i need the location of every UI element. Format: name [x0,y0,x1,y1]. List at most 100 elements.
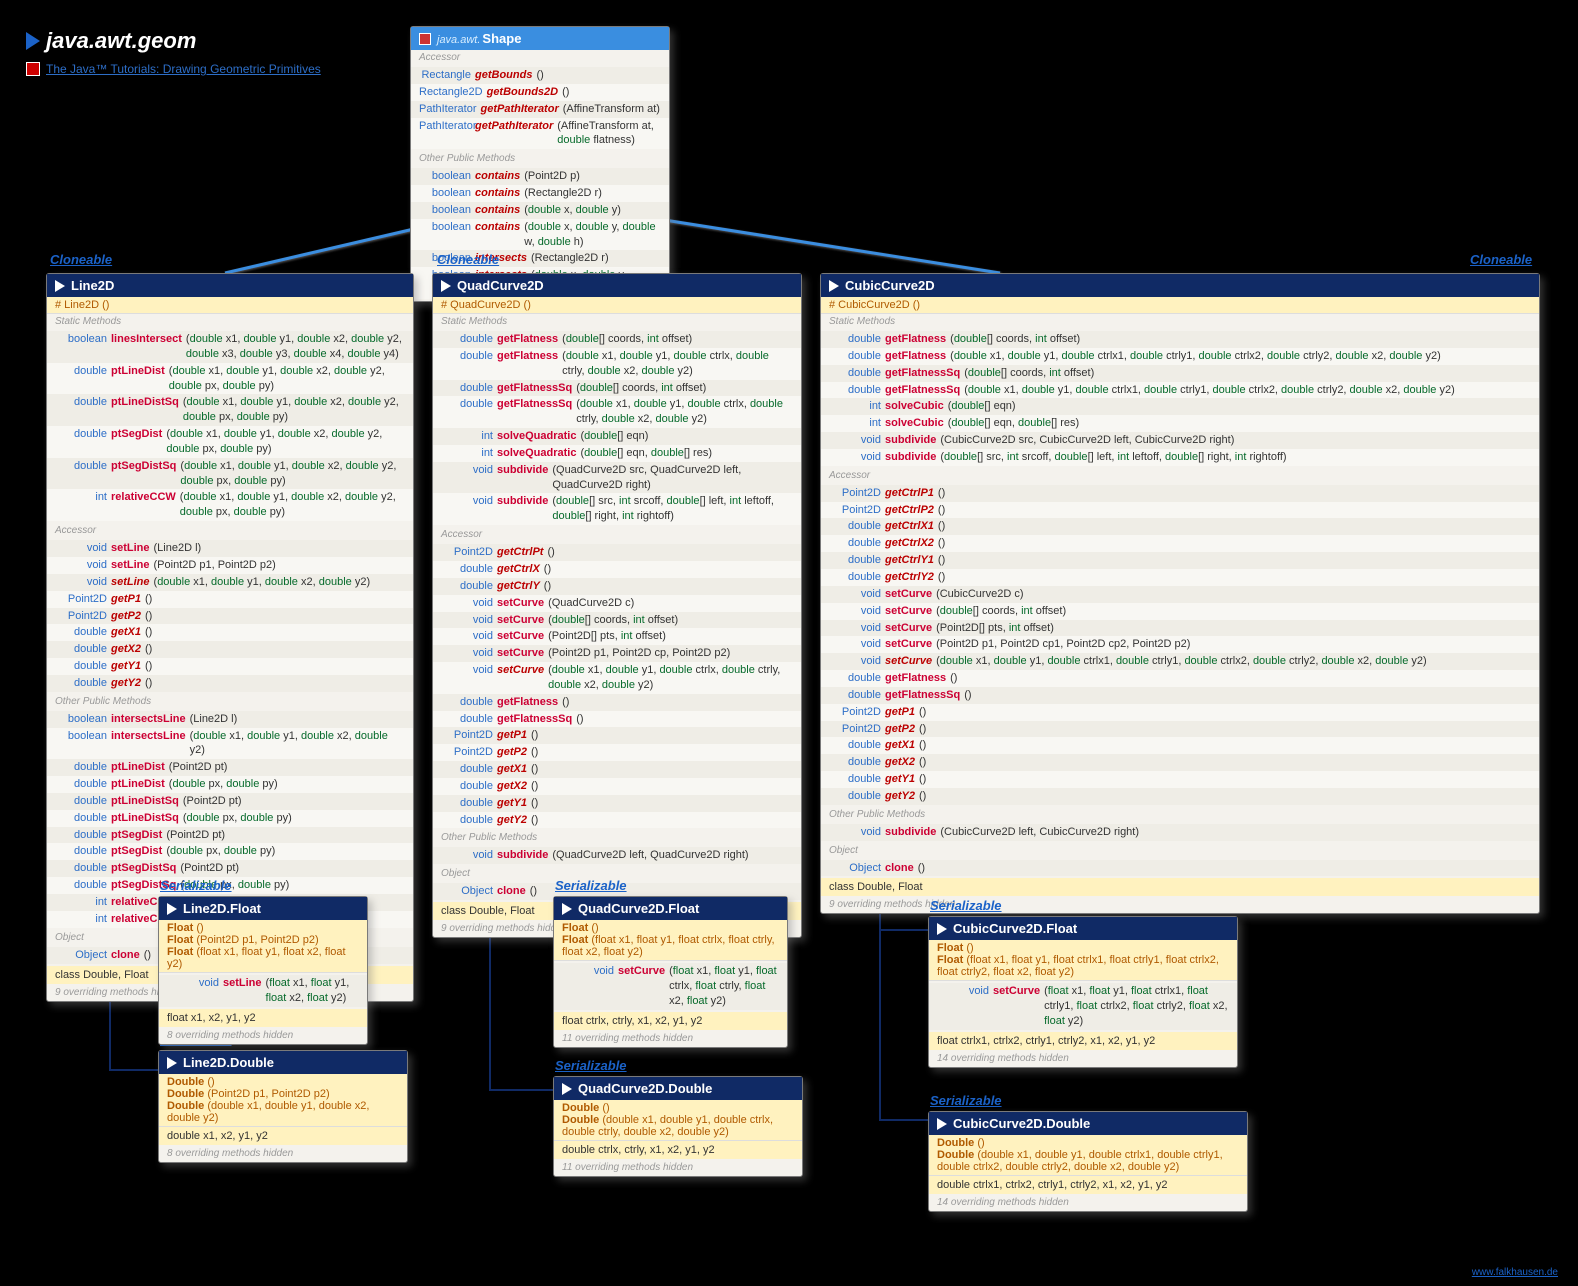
method-row: double getX2 () [433,778,801,795]
constructor-bar: Float ()Float (float x1, float y1, float… [554,920,787,961]
method-row: PathIterator getPathIterator (AffineTran… [411,101,669,118]
class-head: QuadCurve2D.Double [554,1077,802,1100]
method-row: double getCtrlX1 () [821,518,1539,535]
method-row: double getY1 () [433,795,801,812]
iface-serializable[interactable]: Serializable [930,1093,1002,1108]
method-row: void setCurve (double x1, double y1, dou… [821,653,1539,670]
section-label: Accessor [47,523,413,538]
method-row: boolean contains (double x, double y) [411,202,669,219]
method-row: double ptSegDist (double px, double py) [47,843,413,860]
section-label: Other Public Methods [411,151,669,166]
method-row: int solveCubic (double[] eqn) [821,398,1539,415]
method-row: void setLine (Line2D l) [47,540,413,557]
class-head: QuadCurve2D [433,274,801,297]
iface-serializable[interactable]: Serializable [555,878,627,893]
method-row: void subdivide (QuadCurve2D src, QuadCur… [433,462,801,494]
method-row: void subdivide (CubicCurve2D left, Cubic… [821,824,1539,841]
method-row: void setCurve (double x1, double y1, dou… [433,662,801,694]
constructor-bar: Float ()Float (Point2D p1, Point2D p2)Fl… [159,920,367,973]
method-row: double getX2 () [47,641,413,658]
method-list: void subdivide (CubicCurve2D left, Cubic… [821,822,1539,843]
method-row: int solveQuadratic (double[] eqn, double… [433,445,801,462]
fields: float ctrlx, ctrly, x1, x2, y1, y2 [554,1012,787,1030]
method-row: double getX1 () [47,624,413,641]
method-list: void setLine (Line2D l)void setLine (Poi… [47,538,413,694]
method-row: Rectangle getBounds () [411,67,669,84]
method-row: double getFlatnessSq (double[] coords, i… [821,365,1539,382]
method-list: void setCurve (float x1, float y1, float… [554,961,787,1012]
method-row: Object clone () [821,860,1539,877]
class-name-text: Line2D [71,278,114,293]
class-quad-float: QuadCurve2D.Float Float ()Float (float x… [553,896,788,1048]
method-row: void setCurve (double[] coords, int offs… [821,603,1539,620]
class-name-text: QuadCurve2D.Float [578,901,699,916]
class-head: CubicCurve2D [821,274,1539,297]
section-label: Accessor [821,468,1539,483]
method-row: void subdivide (QuadCurve2D left, QuadCu… [433,847,801,864]
hidden-note: 8 overriding methods hidden [159,1145,407,1162]
method-row: void setCurve (Point2D[] pts, int offset… [433,628,801,645]
method-row: int solveQuadratic (double[] eqn) [433,428,801,445]
method-row: double getCtrlX () [433,561,801,578]
method-row: Point2D getP2 () [47,608,413,625]
package-title-text: java.awt.geom [46,28,196,54]
constructor-bar: # QuadCurve2D () [433,297,801,314]
method-row: double getFlatness () [821,670,1539,687]
method-row: double ptLineDistSq (Point2D pt) [47,793,413,810]
play-icon [562,1083,572,1095]
play-icon [937,1118,947,1130]
method-row: double getFlatness () [433,694,801,711]
fields: float ctrlx1, ctrlx2, ctrly1, ctrly2, x1… [929,1032,1237,1050]
class-head: CubicCurve2D.Double [929,1112,1247,1135]
fields: double ctrlx1, ctrlx2, ctrly1, ctrly2, x… [929,1176,1247,1194]
hidden-note: 9 overriding methods hidden [821,896,1539,913]
hidden-note: 14 overriding methods hidden [929,1050,1237,1067]
ns-text: java.awt. [437,34,480,46]
tutorial-link[interactable]: The Java™ Tutorials: Drawing Geometric P… [46,62,321,76]
iface-cloneable[interactable]: Cloneable [437,252,499,267]
iface-serializable[interactable]: Serializable [160,878,232,893]
method-row: double ptLineDist (double px, double py) [47,776,413,793]
iface-serializable[interactable]: Serializable [555,1058,627,1073]
method-row: double ptSegDist (Point2D pt) [47,827,413,844]
iface-cloneable[interactable]: Cloneable [50,252,112,267]
method-row: boolean intersectsLine (double x1, doubl… [47,728,413,760]
play-icon [937,923,947,935]
method-row: Point2D getCtrlP1 () [821,485,1539,502]
credit-link[interactable]: www.falkhausen.de [1472,1267,1558,1278]
fields: double x1, x2, y1, y2 [159,1127,407,1145]
method-row: void setCurve (Point2D[] pts, int offset… [821,620,1539,637]
method-row: double ptLineDist (double x1, double y1,… [47,363,413,395]
method-row: boolean linesIntersect (double x1, doubl… [47,331,413,363]
section-label: Other Public Methods [47,694,413,709]
method-row: double getCtrlY1 () [821,552,1539,569]
method-list: double getFlatness (double[] coords, int… [821,329,1539,468]
constructor-bar: # CubicCurve2D () [821,297,1539,314]
interface-icon [419,33,431,45]
method-list: void subdivide (QuadCurve2D left, QuadCu… [433,845,801,866]
method-list: Object clone () [821,858,1539,879]
section-label: Static Methods [47,314,413,329]
method-row: double getY1 () [821,771,1539,788]
method-list: Point2D getCtrlP1 ()Point2D getCtrlP2 ()… [821,483,1539,807]
section-label: Other Public Methods [821,807,1539,822]
class-cubic-float: CubicCurve2D.Float Float ()Float (float … [928,916,1238,1068]
class-line2d-double: Line2D.Double Double ()Double (Point2D p… [158,1050,408,1163]
method-list: void setLine (float x1, float y1, float … [159,973,367,1009]
method-row: Point2D getCtrlPt () [433,544,801,561]
play-icon [26,32,40,50]
method-row: double getCtrlY2 () [821,569,1539,586]
iface-cloneable[interactable]: Cloneable [1470,252,1532,267]
hidden-note: 11 overriding methods hidden [554,1030,787,1047]
method-row: int relativeCCW (double x1, double y1, d… [47,489,413,521]
class-name-text: CubicCurve2D [845,278,935,293]
method-row: void subdivide (CubicCurve2D src, CubicC… [821,432,1539,449]
iface-serializable[interactable]: Serializable [930,898,1002,913]
class-quadcurve2d: QuadCurve2D # QuadCurve2D () Static Meth… [432,273,802,938]
class-head: CubicCurve2D.Float [929,917,1237,940]
method-row: double getFlatness (double[] coords, int… [433,331,801,348]
method-row: void subdivide (double[] src, int srcoff… [821,449,1539,466]
method-row: double getY2 () [821,788,1539,805]
method-row: double getY1 () [47,658,413,675]
method-row: double ptSegDist (double x1, double y1, … [47,426,413,458]
